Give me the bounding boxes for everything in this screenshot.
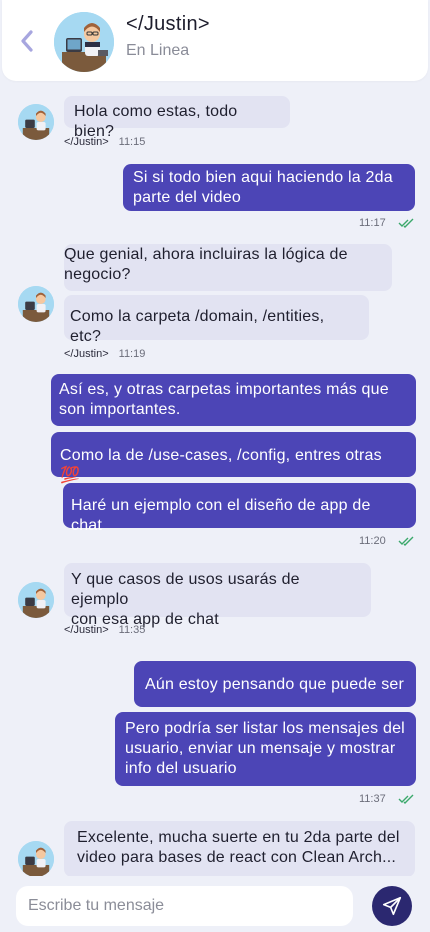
message-bubble-outgoing[interactable]: Como la de /use-cases, /config, entres o…: [51, 432, 416, 484]
message-bubble-incoming[interactable]: Excelente, mucha suerte en tu 2da parte …: [64, 821, 415, 876]
message-meta: 11:17: [359, 217, 414, 229]
double-check-icon: [398, 794, 414, 804]
sender-avatar[interactable]: [18, 582, 54, 618]
avatar-cartoon-icon: [18, 841, 54, 876]
message-composer: [0, 876, 430, 932]
send-icon: [382, 896, 402, 916]
chat-header: </Justin> En Linea: [2, 0, 428, 81]
message-bubble-incoming[interactable]: Hola como estas, todo bien?: [64, 96, 290, 140]
contact-status: En Linea: [126, 42, 190, 59]
back-button[interactable]: [16, 28, 38, 54]
message-meta: 11:37: [359, 793, 414, 805]
message-input[interactable]: [16, 886, 353, 926]
message-meta: 11:20: [359, 535, 414, 547]
message-meta: </Justin> 11:19: [64, 348, 146, 360]
avatar-cartoon-icon: [18, 104, 54, 140]
avatar-cartoon-icon: [18, 286, 54, 322]
message-meta: </Justin> 11:15: [64, 136, 146, 148]
double-check-icon: [398, 218, 414, 228]
sender-avatar[interactable]: [18, 104, 54, 140]
chevron-left-icon: [21, 30, 33, 52]
double-check-icon: [398, 536, 414, 546]
message-bubble-outgoing[interactable]: Así es, y otras carpetas importantes más…: [51, 374, 416, 426]
message-bubble-incoming[interactable]: Y que casos de usos usarás de ejemplo co…: [64, 563, 371, 628]
message-meta: </Justin> 11:35: [64, 624, 146, 636]
sender-avatar[interactable]: [18, 286, 54, 322]
message-bubble-incoming[interactable]: Como la carpeta /domain, /entities, etc?: [64, 295, 369, 345]
message-bubble-incoming[interactable]: Que genial, ahora incluiras la lógica de…: [64, 244, 392, 291]
message-bubble-outgoing[interactable]: Aún estoy pensando que puede ser: [134, 661, 416, 707]
message-bubble-outgoing[interactable]: Pero podría ser listar los mensajes del …: [115, 712, 416, 786]
send-button[interactable]: [372, 886, 412, 926]
sender-avatar[interactable]: [18, 841, 54, 876]
message-bubble-outgoing[interactable]: Haré un ejemplo con el diseño de app de …: [63, 483, 416, 534]
message-list[interactable]: Hola como estas, todo bien? </Justin> 11:…: [0, 81, 430, 876]
avatar-cartoon-icon: [18, 582, 54, 618]
contact-avatar[interactable]: [54, 12, 114, 72]
avatar-cartoon-icon: [54, 12, 114, 72]
message-bubble-outgoing[interactable]: Si si todo bien aqui haciendo la 2da par…: [123, 164, 415, 211]
contact-name: </Justin>: [126, 13, 210, 35]
